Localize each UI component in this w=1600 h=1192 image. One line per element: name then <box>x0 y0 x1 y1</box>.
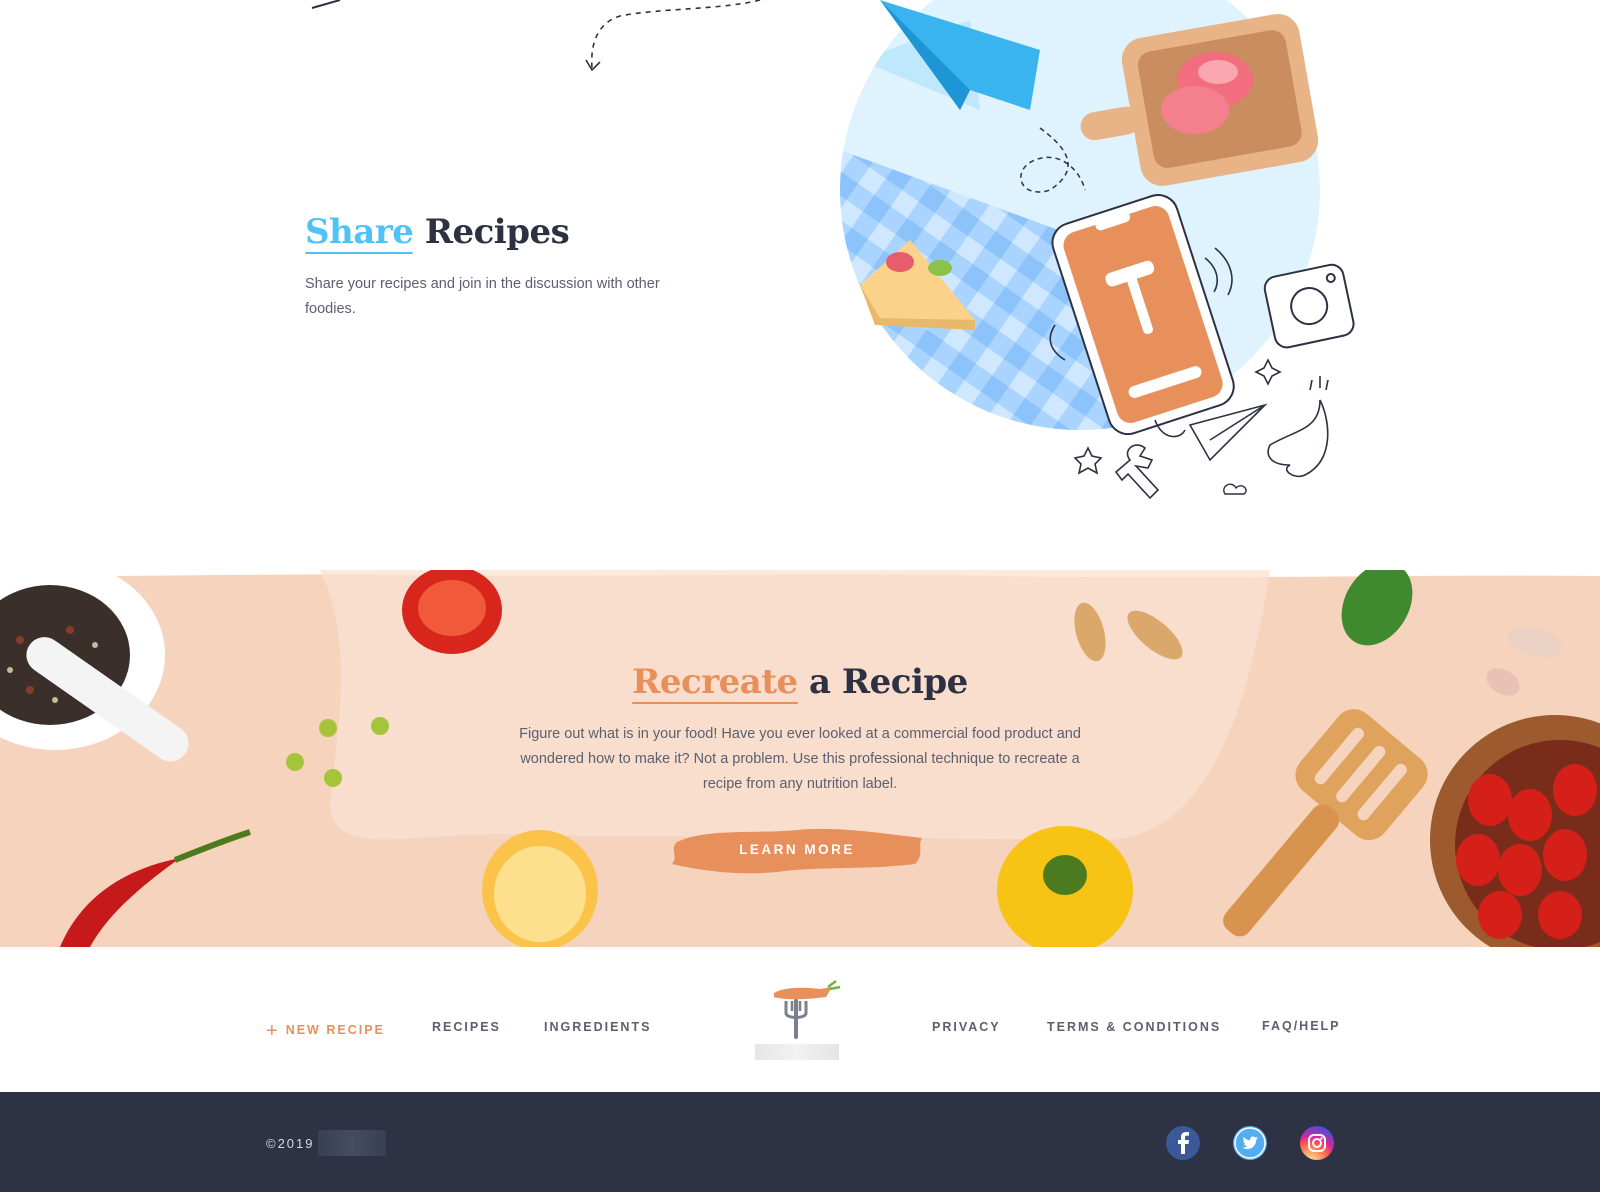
facebook-icon[interactable] <box>1166 1126 1200 1160</box>
terms-conditions-link[interactable]: TERMS & CONDITIONS <box>1047 1020 1221 1034</box>
bottom-bar: ©2019 <box>0 1092 1600 1192</box>
share-recipes-section: Share Recipes Share your recipes and joi… <box>0 0 1600 570</box>
recreate-heading: Recreate a Recipe <box>0 662 1600 702</box>
plus-icon: + <box>266 1020 280 1042</box>
twitter-icon[interactable] <box>1233 1126 1267 1160</box>
brand-name-placeholder <box>755 1044 839 1060</box>
privacy-link[interactable]: PRIVACY <box>932 1020 1001 1034</box>
recreate-text-block: Recreate a Recipe Figure out what is in … <box>0 662 1600 797</box>
new-recipe-link[interactable]: + NEW RECIPE <box>266 1020 385 1043</box>
share-heading-accent: Share <box>305 212 414 252</box>
fork-carrot-logo-icon[interactable] <box>754 977 844 1043</box>
footer-navigation: + NEW RECIPE RECIPES INGREDIENTS PRIVACY … <box>0 947 1600 1092</box>
dashed-path-decoration <box>311 0 761 72</box>
ingredients-link[interactable]: INGREDIENTS <box>544 1020 651 1034</box>
new-recipe-label: NEW RECIPE <box>285 1023 385 1037</box>
faq-help-link[interactable]: FAQ/HELP <box>1262 1019 1341 1033</box>
share-description: Share your recipes and join in the discu… <box>305 276 660 317</box>
share-heading-rest: Recipes <box>424 212 570 252</box>
share-heading: Share Recipes <box>305 212 665 252</box>
learn-more-label: LEARN MORE <box>739 842 855 857</box>
learn-more-button[interactable]: LEARN MORE <box>667 820 927 880</box>
copyright-text: ©2019 <box>266 1136 315 1151</box>
recreate-description: Figure out what is in your food! Have yo… <box>519 726 1081 792</box>
recreate-heading-accent: Recreate <box>632 662 798 702</box>
recreate-recipe-section: Recreate a Recipe Figure out what is in … <box>0 570 1600 947</box>
brand-name-placeholder <box>318 1130 386 1156</box>
recreate-heading-rest: a Recipe <box>809 662 968 702</box>
instagram-icon[interactable] <box>1300 1126 1334 1160</box>
share-recipes-illustration <box>840 0 1355 500</box>
share-text-block: Share Recipes Share your recipes and joi… <box>305 212 665 322</box>
recipes-link[interactable]: RECIPES <box>432 1020 501 1034</box>
